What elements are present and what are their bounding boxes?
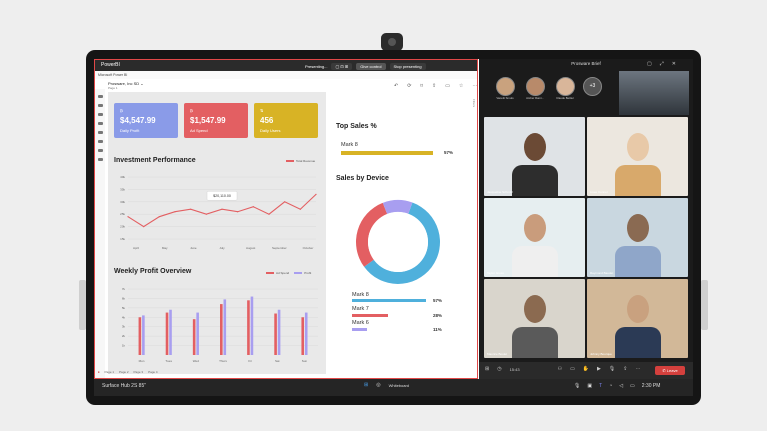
device-label: Surface Hub 2S 85" bbox=[102, 383, 147, 389]
participant-head bbox=[627, 214, 649, 242]
video-tile[interactable]: Maurice Boulet bbox=[484, 279, 585, 358]
attendee-name: Vanetti Smuts bbox=[496, 96, 514, 100]
sharing-border bbox=[94, 59, 478, 379]
attendee-name: Claude Bettier bbox=[556, 96, 574, 100]
taskbar-center: ⊞ ◎ Whiteboard bbox=[364, 382, 409, 388]
call-controls: ⊞ ◷ 15:43 ⚇ ▭ ✋ ▶ 🎙 ⇪ ⋯ ✆ Leave bbox=[479, 362, 693, 379]
avatar bbox=[525, 77, 545, 96]
call-timer: 15:43 bbox=[509, 366, 520, 372]
participant-body bbox=[615, 327, 661, 358]
tray-battery-icon[interactable]: ▭ bbox=[630, 383, 635, 389]
participant-name: Raymond Baudet bbox=[590, 271, 614, 275]
layout-icon[interactable]: ▢ bbox=[647, 61, 652, 67]
participant-head bbox=[524, 295, 546, 323]
timer-icon: ◷ bbox=[497, 366, 502, 372]
window-controls: ▢ ⤢ ✕ bbox=[647, 61, 676, 67]
device-handle-right bbox=[701, 280, 708, 330]
participant-body bbox=[512, 165, 558, 196]
clock[interactable]: 2:30 PM bbox=[642, 383, 661, 389]
raise-hand-icon[interactable]: ✋ bbox=[583, 366, 589, 372]
avatar bbox=[495, 77, 515, 96]
participant-body bbox=[615, 165, 661, 196]
participant-head bbox=[627, 133, 649, 161]
tray-teams-icon[interactable]: T bbox=[599, 383, 602, 389]
self-view[interactable] bbox=[619, 71, 689, 115]
taskbar-tray: 🎙 ▣ T ◔ ◁ ▭ 2:30 PM bbox=[574, 383, 660, 389]
participant-name: Taylor Gross bbox=[487, 271, 504, 275]
leave-button[interactable]: ✆ Leave bbox=[655, 366, 685, 375]
video-tile[interactable]: Taylor Gross bbox=[484, 198, 585, 277]
teams-meeting-window: Prosware Brief ▢ ⤢ ✕ Vanetti Smuts Amber… bbox=[479, 59, 693, 379]
video-tile[interactable]: Jacqueline Schmitz bbox=[484, 117, 585, 196]
participant-name: Maurice Boulet bbox=[487, 352, 508, 356]
tray-volume-icon[interactable]: ◁ bbox=[619, 383, 623, 389]
taskbar: Surface Hub 2S 85" ⊞ ◎ Whiteboard 🎙 ▣ T … bbox=[94, 379, 693, 396]
participant-body bbox=[512, 327, 558, 358]
tray-network-icon[interactable]: ◔ bbox=[609, 383, 612, 389]
attendee-name: Amber Rami... bbox=[526, 96, 544, 100]
participant-name: Jacqueline Schmitz bbox=[487, 190, 513, 194]
participant-body bbox=[512, 246, 558, 277]
participant-head bbox=[524, 214, 546, 242]
participant-body bbox=[615, 246, 661, 277]
close-icon[interactable]: ✕ bbox=[672, 61, 676, 67]
whiteboard-icon[interactable]: ◎ bbox=[376, 382, 380, 388]
attendee[interactable]: Vanetti Smuts bbox=[493, 77, 517, 100]
attendee[interactable]: Claude Bettier bbox=[553, 77, 577, 100]
attendee[interactable]: Amber Rami... bbox=[523, 77, 547, 100]
screen: PowerBI Presenting... ▢ ⊡ ⊞ Give control… bbox=[94, 59, 693, 396]
device-handle-left bbox=[79, 280, 86, 330]
leave-label: Leave bbox=[666, 368, 678, 373]
call-controls-left: ⊞ ◷ 15:43 ⚇ ▭ ✋ ▶ 🎙 ⇪ ⋯ bbox=[485, 366, 640, 372]
video-tile[interactable]: Raymond Baudet bbox=[587, 198, 688, 277]
tray-mic-icon[interactable]: 🎙 bbox=[574, 383, 580, 389]
whiteboard-label[interactable]: Whiteboard bbox=[389, 383, 409, 388]
participant-name: Lisee Conner bbox=[590, 190, 608, 194]
room-image bbox=[619, 71, 689, 115]
tray-camera-icon[interactable]: ▣ bbox=[587, 383, 592, 389]
video-tile[interactable]: Lisee Conner bbox=[587, 117, 688, 196]
expand-icon[interactable]: ⤢ bbox=[660, 61, 664, 67]
powerbi-window: PowerBI Presenting... ▢ ⊡ ⊞ Give control… bbox=[94, 59, 478, 379]
device-camera bbox=[381, 33, 403, 51]
share-screen-icon[interactable]: ⇪ bbox=[623, 366, 627, 372]
grid-icon[interactable]: ⊞ bbox=[485, 366, 489, 372]
people-icon[interactable]: ⚇ bbox=[558, 366, 562, 372]
video-tile[interactable]: Johnny Bourque bbox=[587, 279, 688, 358]
chat-icon[interactable]: ▭ bbox=[570, 366, 575, 372]
more-attendees[interactable]: +3 bbox=[583, 77, 602, 100]
participant-head bbox=[627, 295, 649, 323]
participant-head bbox=[524, 133, 546, 161]
more-avatar: +3 bbox=[583, 77, 602, 96]
mic-icon[interactable]: 🎙 bbox=[609, 366, 615, 372]
video-icon[interactable]: ▶ bbox=[597, 366, 601, 372]
avatar bbox=[555, 77, 575, 96]
more-options-icon[interactable]: ⋯ bbox=[635, 366, 640, 372]
windows-start-icon[interactable]: ⊞ bbox=[364, 382, 368, 388]
participant-name: Johnny Bourque bbox=[590, 352, 612, 356]
attendee-row: Vanetti Smuts Amber Rami... Claude Betti… bbox=[493, 77, 602, 100]
